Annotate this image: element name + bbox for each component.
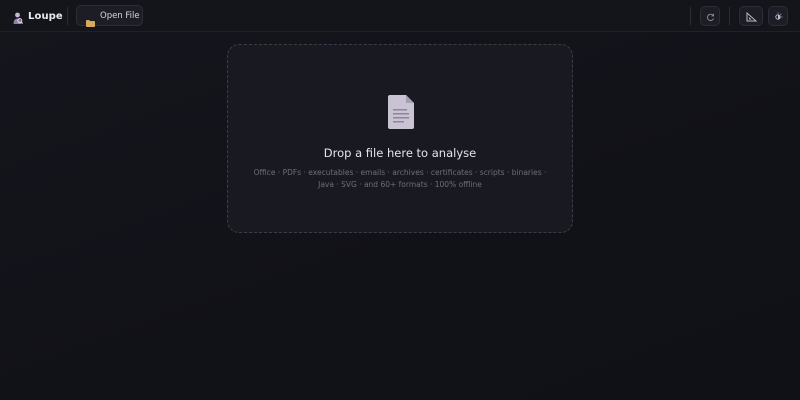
app-window: Loupe Open File Drop a file here to anal… [0, 0, 800, 400]
open-file-label: Open File [100, 10, 140, 21]
toolbar-divider [67, 7, 68, 25]
toolbar-divider [690, 7, 691, 25]
top-bar: Loupe Open File [0, 0, 800, 32]
brand: Loupe [12, 8, 63, 24]
refresh-icon [706, 7, 715, 26]
toolbar-divider [729, 7, 730, 25]
magnifier-person-icon [12, 10, 23, 24]
open-file-button[interactable]: Open File [76, 5, 143, 27]
app-name: Loupe [28, 10, 63, 22]
document-icon [388, 95, 414, 129]
folder-icon [86, 12, 95, 27]
theme-toggle-icon [773, 7, 783, 26]
layout-button[interactable] [739, 6, 763, 26]
file-drop-zone[interactable]: Drop a file here to analyse Office · PDF… [227, 44, 573, 233]
drop-zone-title: Drop a file here to analyse [323, 146, 477, 160]
refresh-button[interactable] [700, 6, 720, 26]
triangle-ruler-icon [746, 7, 757, 26]
theme-toggle-button[interactable] [768, 6, 788, 26]
drop-zone-subtitle: Office · PDFs · executables · emails · a… [253, 168, 547, 189]
